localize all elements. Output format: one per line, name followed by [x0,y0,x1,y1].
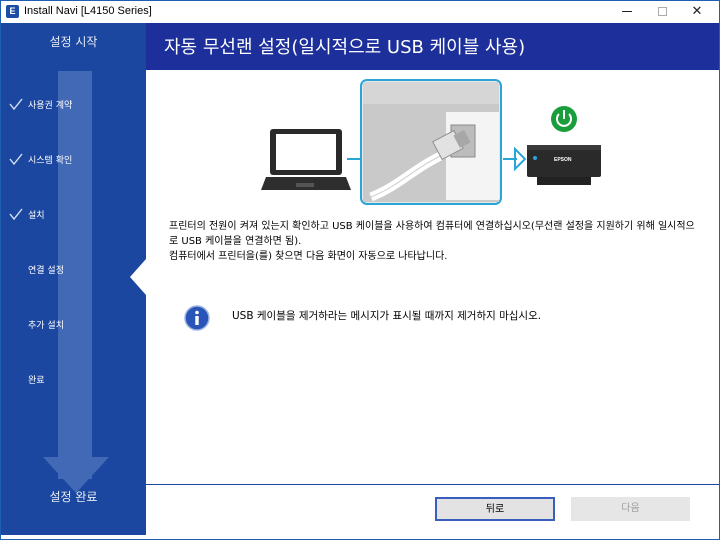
step-label: 시스템 확인 [28,156,73,166]
close-button[interactable]: ✕ [681,1,713,23]
step-label: 사용권 계약 [28,101,73,111]
installer-window: E Install Navi [L4150 Series] ✕ 설정 시작 사용… [0,0,720,540]
back-button[interactable]: 뒤로 [435,497,555,521]
usb-port-closeup [360,79,502,205]
maximize-icon [657,7,667,16]
minimize-button[interactable] [611,1,643,23]
step-additional-install: 추가 설치 [1,315,146,335]
step-license-agreement: 사용권 계약 [1,95,146,115]
setup-complete-label: 설정 완료 [49,490,98,504]
info-note: USB 케이블을 제거하라는 메시지가 표시될 때까지 제거하지 마십시오. [184,305,704,335]
info-icon [184,305,210,331]
power-icon [551,106,577,132]
step-connection-setup: 연결 설정 [1,260,146,280]
app-icon: E [6,5,19,18]
step-complete: 완료 [1,370,146,390]
laptop-icon [261,129,351,190]
instruction-paragraph: 컴퓨터에서 프린터을(를) 찾으면 다음 화면이 자동으로 나타납니다. [169,251,448,262]
step-install: 설치 [1,205,146,225]
printer-icon: EPSON [527,145,601,185]
step-label: 연결 설정 [28,266,64,276]
info-message: USB 케이블을 제거하라는 메시지가 표시될 때까지 제거하지 마십시오. [232,310,542,322]
step-sidebar: 설정 시작 사용권 계약 시스템 확인 설치 연결 설정 추가 설치 완료 설정… [1,23,146,535]
current-step-pointer [130,259,146,295]
footer-divider [146,484,719,485]
minimize-icon [622,11,632,12]
printer-brand-label: EPSON [554,157,572,163]
step-label: 설치 [28,211,45,221]
maximize-button[interactable] [646,1,678,23]
step-label: 추가 설치 [28,321,64,331]
setup-start-label: 설정 시작 [49,35,98,49]
check-icon [9,98,23,111]
instruction-paragraph: 프린터의 전원이 켜져 있는지 확인하고 USB 케이블을 사용하여 컴퓨터에 … [169,221,695,247]
next-button[interactable]: 다음 [571,497,690,521]
step-label: 완료 [28,376,45,386]
usb-connection-illustration: EPSON [261,79,601,205]
close-icon: ✕ [691,4,703,19]
check-icon [9,208,23,221]
page-header: 자동 무선랜 설정(일시적으로 USB 케이블 사용) [146,23,719,70]
page-title: 자동 무선랜 설정(일시적으로 USB 케이블 사용) [164,37,526,58]
check-icon [9,153,23,166]
window-title: Install Navi [L4150 Series] [24,5,152,17]
instructions: 프린터의 전원이 켜져 있는지 확인하고 USB 케이블을 사용하여 컴퓨터에 … [169,219,699,264]
title-bar: E Install Navi [L4150 Series] ✕ [1,1,719,23]
step-system-check: 시스템 확인 [1,150,146,170]
